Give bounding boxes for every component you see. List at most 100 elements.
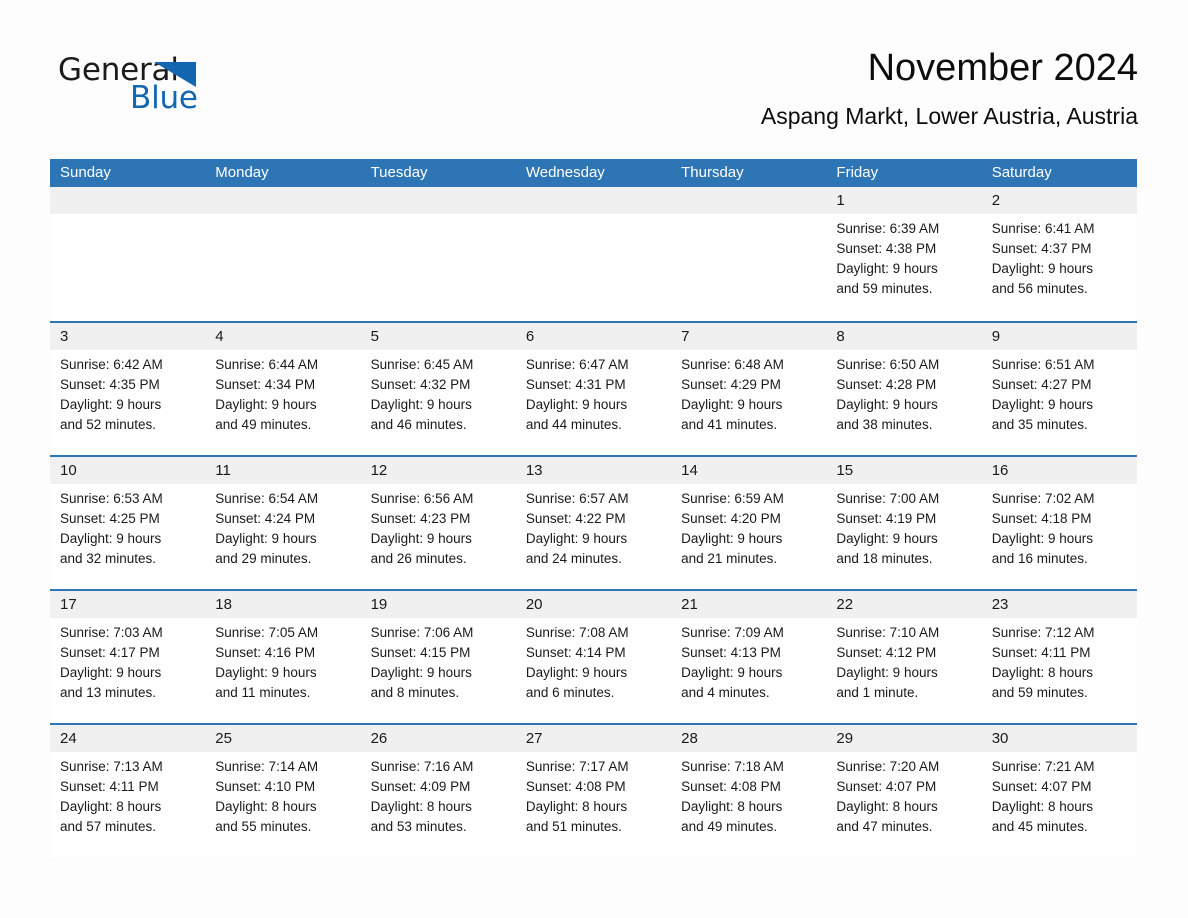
day-number: 19 — [360, 591, 516, 618]
day-info-line: Daylight: 8 hours — [991, 799, 1093, 814]
page-header: General Blue November 2024 Aspang Markt,… — [50, 44, 1138, 152]
day-sun-info: Sunrise: 6:53 AM Sunset: 4:25 PM Daylight:… — [50, 484, 205, 569]
day-info-line: Sunrise: 7:06 AM — [370, 625, 474, 640]
day-info-line: and 49 minutes. — [681, 819, 778, 834]
day-number: 18 — [205, 591, 361, 618]
day-info-line: Daylight: 9 hours — [215, 665, 317, 680]
day-cell[interactable]: 23 Sunrise: 7:12 AM Sunset: 4:11 PM Dayligh… — [981, 591, 1137, 723]
day-info-line: Sunrise: 6:45 AM — [370, 357, 474, 372]
day-cell[interactable]: 9 Sunrise: 6:51 AM Sunset: 4:27 PM Daylight… — [981, 323, 1137, 455]
day-cell[interactable]: 21 Sunrise: 7:09 AM Sunset: 4:13 PM Dayligh… — [671, 591, 827, 723]
day-info-line: and 56 minutes. — [991, 281, 1088, 296]
day-number: 1 — [826, 187, 982, 214]
day-cell[interactable]: 5 Sunrise: 6:45 AM Sunset: 4:32 PM Daylight… — [360, 323, 516, 455]
day-number: 15 — [826, 457, 982, 484]
day-cell[interactable]: 7 Sunrise: 6:48 AM Sunset: 4:29 PM Daylight… — [671, 323, 827, 455]
day-info-line: Sunset: 4:37 PM — [991, 241, 1092, 256]
day-cell[interactable]: 15 Sunrise: 7:00 AM Sunset: 4:19 PM Dayligh… — [826, 457, 982, 589]
day-info-line: Daylight: 9 hours — [836, 531, 938, 546]
day-info-line: Sunrise: 6:44 AM — [215, 357, 319, 372]
day-cell-empty — [50, 187, 206, 321]
day-cell[interactable]: 28 Sunrise: 7:18 AM Sunset: 4:08 PM Dayligh… — [671, 725, 827, 857]
day-info-line: Sunset: 4:27 PM — [991, 377, 1092, 392]
day-number — [360, 187, 516, 214]
day-sun-info: Sunrise: 6:41 AM Sunset: 4:37 PM Daylight:… — [982, 214, 1137, 299]
day-cell[interactable]: 20 Sunrise: 7:08 AM Sunset: 4:14 PM Dayligh… — [515, 591, 672, 723]
day-cell[interactable]: 25 Sunrise: 7:14 AM Sunset: 4:10 PM Dayligh… — [205, 725, 361, 857]
calendar-weeks: 1 Sunrise: 6:39 AM Sunset: 4:38 PM Daylight… — [50, 187, 1137, 857]
day-cell[interactable]: 10 Sunrise: 6:53 AM Sunset: 4:25 PM Dayligh… — [50, 457, 206, 589]
day-number: 14 — [671, 457, 827, 484]
day-info-line: and 26 minutes. — [370, 551, 467, 566]
day-number: 21 — [671, 591, 827, 618]
day-info-line: Sunset: 4:07 PM — [836, 779, 937, 794]
day-cell[interactable]: 6 Sunrise: 6:47 AM Sunset: 4:31 PM Daylight… — [515, 323, 672, 455]
day-cell[interactable]: 4 Sunrise: 6:44 AM Sunset: 4:34 PM Daylight… — [205, 323, 361, 455]
day-cell[interactable]: 11 Sunrise: 6:54 AM Sunset: 4:24 PM Dayligh… — [205, 457, 361, 589]
day-number: 6 — [515, 323, 672, 350]
day-info-line: Sunrise: 6:56 AM — [370, 491, 474, 506]
day-info-line: and 55 minutes. — [215, 819, 312, 834]
day-info-line: Daylight: 8 hours — [681, 799, 783, 814]
day-sun-info: Sunrise: 6:59 AM Sunset: 4:20 PM Daylight:… — [671, 484, 826, 569]
day-cell[interactable]: 8 Sunrise: 6:50 AM Sunset: 4:28 PM Daylight… — [826, 323, 982, 455]
day-cell[interactable]: 16 Sunrise: 7:02 AM Sunset: 4:18 PM Dayligh… — [981, 457, 1137, 589]
day-sun-info: Sunrise: 7:05 AM Sunset: 4:16 PM Daylight:… — [205, 618, 360, 703]
day-info-line: Sunset: 4:07 PM — [991, 779, 1092, 794]
day-info-line: and 49 minutes. — [215, 417, 312, 432]
day-cell[interactable]: 2 Sunrise: 6:41 AM Sunset: 4:37 PM Daylight… — [981, 187, 1137, 321]
day-sun-info: Sunrise: 7:21 AM Sunset: 4:07 PM Daylight:… — [982, 752, 1137, 837]
day-info-line: Sunset: 4:18 PM — [991, 511, 1092, 526]
day-info-line: Daylight: 9 hours — [215, 531, 317, 546]
calendar-page: General Blue November 2024 Aspang Markt,… — [0, 0, 1188, 918]
day-sun-info: Sunrise: 6:44 AM Sunset: 4:34 PM Daylight:… — [205, 350, 360, 435]
day-cell[interactable]: 1 Sunrise: 6:39 AM Sunset: 4:38 PM Daylight… — [826, 187, 982, 321]
day-sun-info: Sunrise: 7:20 AM Sunset: 4:07 PM Daylight:… — [826, 752, 981, 837]
day-cell[interactable]: 13 Sunrise: 6:57 AM Sunset: 4:22 PM Dayligh… — [515, 457, 672, 589]
day-number: 16 — [981, 457, 1137, 484]
day-cell-empty — [205, 187, 361, 321]
day-sun-info — [50, 214, 205, 219]
day-number — [671, 187, 827, 214]
day-info-line: Daylight: 8 hours — [370, 799, 472, 814]
day-cell[interactable]: 17 Sunrise: 7:03 AM Sunset: 4:17 PM Dayligh… — [50, 591, 206, 723]
day-info-line: Sunset: 4:17 PM — [60, 645, 160, 660]
day-cell[interactable]: 26 Sunrise: 7:16 AM Sunset: 4:09 PM Dayligh… — [360, 725, 516, 857]
day-cell[interactable]: 30 Sunrise: 7:21 AM Sunset: 4:07 PM Dayligh… — [981, 725, 1137, 857]
day-cell[interactable]: 3 Sunrise: 6:42 AM Sunset: 4:35 PM Daylight… — [50, 323, 206, 455]
day-number: 11 — [205, 457, 361, 484]
day-cell[interactable]: 22 Sunrise: 7:10 AM Sunset: 4:12 PM Dayligh… — [826, 591, 982, 723]
day-info-line: Sunset: 4:08 PM — [681, 779, 781, 794]
day-cell[interactable]: 14 Sunrise: 6:59 AM Sunset: 4:20 PM Dayligh… — [671, 457, 827, 589]
day-sun-info: Sunrise: 6:50 AM Sunset: 4:28 PM Daylight:… — [826, 350, 981, 435]
day-info-line: Daylight: 9 hours — [991, 397, 1093, 412]
day-sun-info: Sunrise: 6:47 AM Sunset: 4:31 PM Daylight:… — [516, 350, 671, 435]
day-info-line: Sunrise: 7:00 AM — [836, 491, 940, 506]
day-cell[interactable]: 18 Sunrise: 7:05 AM Sunset: 4:16 PM Dayligh… — [205, 591, 361, 723]
weekday-header-saturday: Saturday — [991, 164, 1052, 181]
day-info-line: Sunrise: 6:41 AM — [991, 221, 1095, 236]
day-info-line: Daylight: 9 hours — [525, 397, 628, 412]
day-number: 27 — [515, 725, 672, 752]
weekday-header-friday: Friday — [836, 164, 879, 181]
calendar-week-row: 1 Sunrise: 6:39 AM Sunset: 4:38 PM Daylight… — [50, 187, 1137, 321]
day-info-line: Sunrise: 7:16 AM — [370, 759, 474, 774]
day-info-line: Sunrise: 7:08 AM — [525, 625, 629, 640]
day-info-line: and 32 minutes. — [60, 551, 157, 566]
day-sun-info: Sunrise: 6:56 AM Sunset: 4:23 PM Daylight:… — [361, 484, 516, 569]
day-info-line: Sunrise: 6:54 AM — [215, 491, 319, 506]
day-number: 25 — [205, 725, 361, 752]
day-cell[interactable]: 29 Sunrise: 7:20 AM Sunset: 4:07 PM Dayligh… — [826, 725, 982, 857]
day-info-line: Daylight: 9 hours — [60, 397, 162, 412]
day-info-line: and 46 minutes. — [370, 417, 467, 432]
day-info-line: and 57 minutes. — [60, 819, 157, 834]
day-info-line: Sunset: 4:25 PM — [60, 511, 160, 526]
day-sun-info: Sunrise: 6:54 AM Sunset: 4:24 PM Daylight:… — [205, 484, 360, 569]
day-number: 23 — [981, 591, 1137, 618]
day-cell[interactable]: 27 Sunrise: 7:17 AM Sunset: 4:08 PM Dayligh… — [515, 725, 672, 857]
day-cell[interactable]: 24 Sunrise: 7:13 AM Sunset: 4:11 PM Dayligh… — [50, 725, 206, 857]
day-number: 9 — [981, 323, 1137, 350]
day-cell[interactable]: 19 Sunrise: 7:06 AM Sunset: 4:15 PM Dayligh… — [360, 591, 516, 723]
day-cell[interactable]: 12 Sunrise: 6:56 AM Sunset: 4:23 PM Dayligh… — [360, 457, 516, 589]
day-sun-info: Sunrise: 7:12 AM Sunset: 4:11 PM Daylight:… — [982, 618, 1137, 703]
